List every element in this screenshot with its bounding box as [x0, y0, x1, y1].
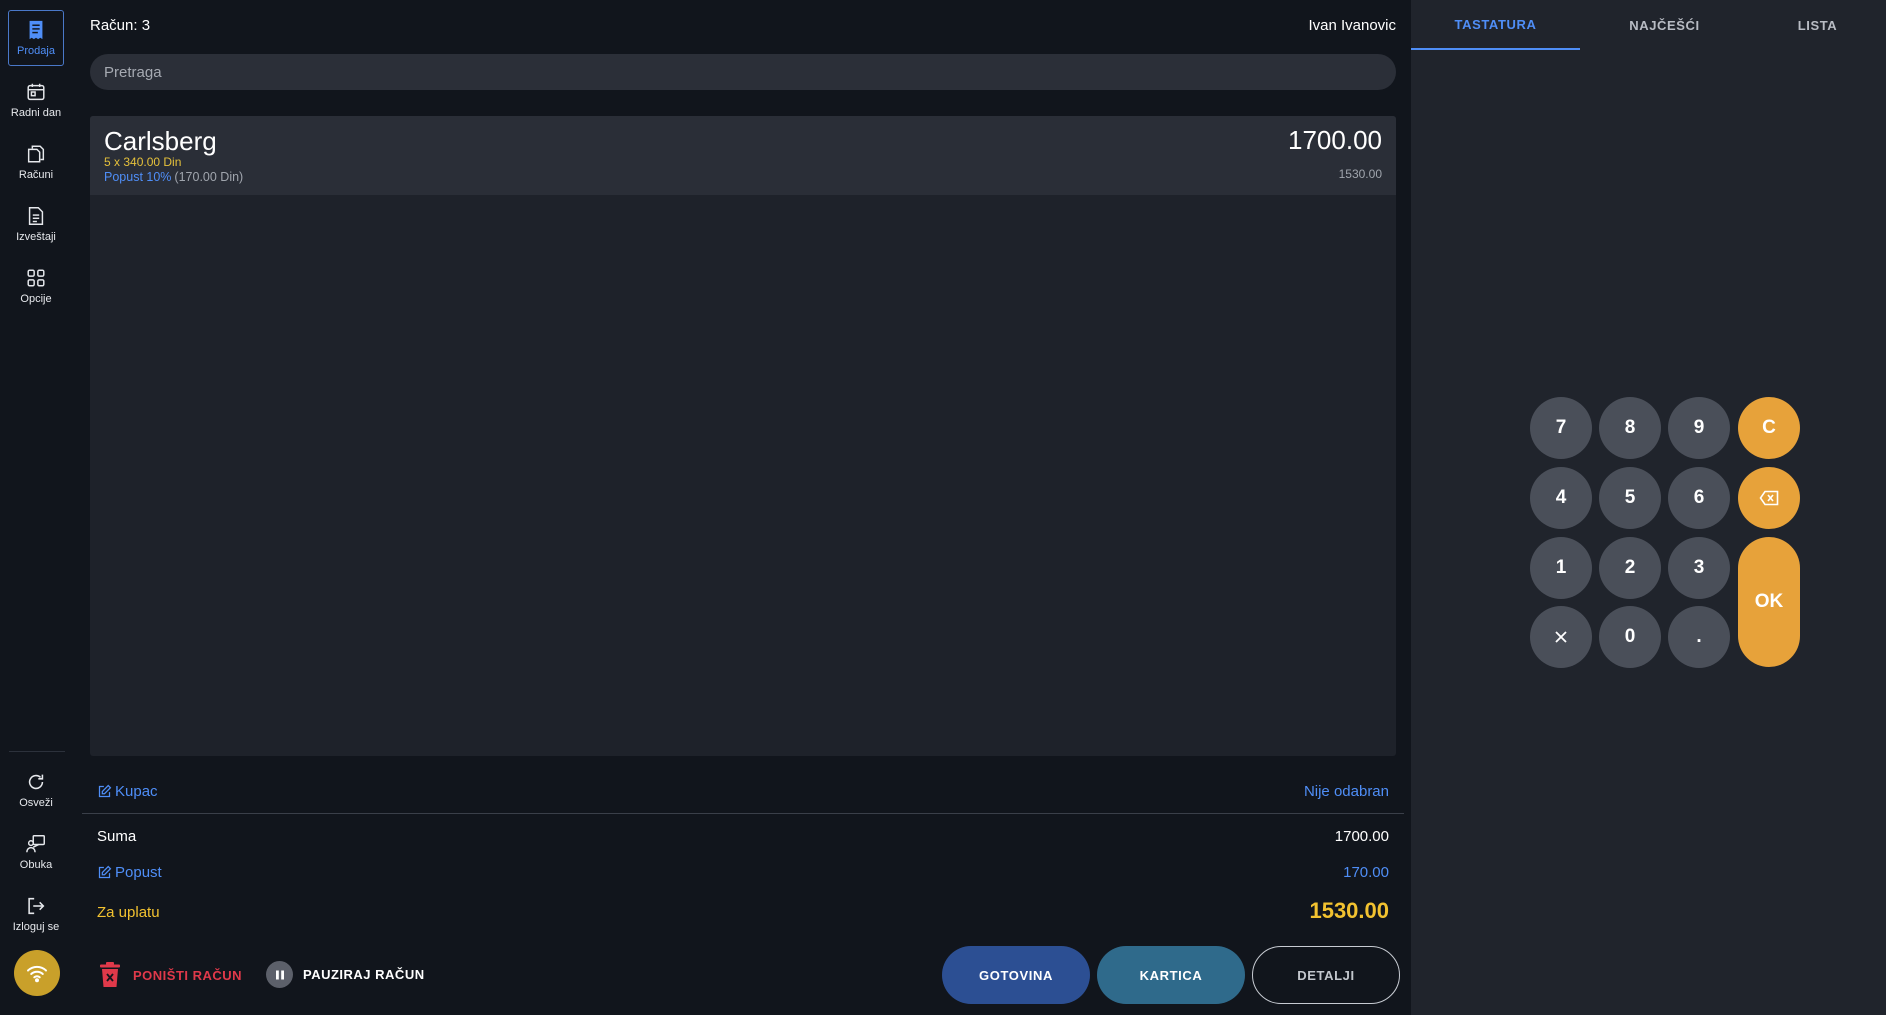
pay-cash-button[interactable]: GOTOVINA — [942, 946, 1090, 1004]
keypad-backspace[interactable] — [1738, 467, 1800, 529]
tab-najcesci[interactable]: NAJČEŠĆI — [1580, 0, 1749, 50]
sidebar-item-racuni[interactable]: Računi — [8, 134, 64, 190]
logout-icon — [28, 897, 45, 915]
item-net-total: 1530.00 — [1338, 167, 1382, 181]
sidebar: Prodaja Radni dan Računi Izveštaji Opcij… — [0, 0, 75, 1015]
keypad-panel: TASTATURA NAJČEŠĆI LISTA 7 8 9 C 4 5 6 1… — [1411, 0, 1886, 1015]
amount-due-label: Za uplatu — [97, 904, 160, 921]
edit-icon — [98, 784, 112, 798]
sidebar-item-izloguj-se[interactable]: Izloguj se — [8, 886, 64, 942]
user-name: Ivan Ivanovic — [1308, 17, 1396, 34]
discount-link[interactable]: Popust — [97, 864, 162, 881]
sidebar-item-label: Računi — [18, 169, 54, 181]
refresh-icon — [28, 774, 44, 790]
keypad-ok[interactable]: OK — [1738, 537, 1800, 667]
customer-value[interactable]: Nije odabran — [1304, 783, 1389, 800]
main-panel: Račun: 3 Ivan Ivanovic Carlsberg 5 x 340… — [75, 0, 1411, 1015]
keypad-3[interactable]: 3 — [1668, 537, 1730, 599]
keypad-8[interactable]: 8 — [1599, 397, 1661, 459]
sidebar-item-label: Izloguj se — [12, 921, 60, 933]
keypad-multiply[interactable] — [1530, 606, 1592, 668]
receipt-icon — [29, 20, 43, 40]
connection-status-button[interactable] — [14, 950, 60, 996]
cancel-receipt-button[interactable]: PONIŠTI RAČUN — [97, 961, 242, 989]
keypad-2[interactable]: 2 — [1599, 537, 1661, 599]
amount-due-value: 1530.00 — [1309, 898, 1389, 923]
sidebar-divider — [9, 751, 65, 752]
edit-icon — [98, 865, 112, 879]
sidebar-item-label: Opcije — [20, 293, 52, 305]
sidebar-item-label: Prodaja — [17, 45, 55, 57]
tab-tastatura[interactable]: TASTATURA — [1411, 0, 1580, 50]
sum-label: Suma — [97, 828, 137, 845]
documents-icon — [27, 145, 45, 163]
sum-value: 1700.00 — [1334, 828, 1389, 845]
discount-label: Popust — [115, 864, 162, 881]
keypad-9[interactable]: 9 — [1668, 397, 1730, 459]
item-discount-amount: (170.00 Din) — [174, 170, 244, 184]
sidebar-item-osvezi[interactable]: Osveži — [8, 762, 64, 818]
keypad-7[interactable]: 7 — [1530, 397, 1592, 459]
grid-icon — [27, 269, 45, 287]
tab-lista[interactable]: LISTA — [1749, 0, 1886, 50]
pos-app: Prodaja Radni dan Računi Izveštaji Opcij… — [0, 0, 1886, 1015]
sidebar-item-izvestaji[interactable]: Izveštaji — [8, 196, 64, 252]
trash-icon — [100, 962, 120, 987]
pause-receipt-button[interactable]: PAUZIRAJ RAČUN — [266, 961, 425, 988]
summary-divider — [82, 813, 1404, 814]
calendar-icon — [27, 83, 45, 101]
keypad-6[interactable]: 6 — [1668, 467, 1730, 529]
wifi-icon — [27, 965, 47, 983]
sidebar-item-label: Obuka — [19, 859, 53, 871]
sidebar-item-label: Radni dan — [10, 107, 62, 119]
details-button[interactable]: DETALJI — [1252, 946, 1400, 1004]
item-discount: Popust 10% (170.00 Din) — [104, 170, 243, 184]
keypad-clear[interactable]: C — [1738, 397, 1800, 459]
sidebar-item-label: Osveži — [19, 797, 53, 809]
sidebar-item-radni-dan[interactable]: Radni dan — [8, 72, 64, 128]
training-icon — [26, 835, 45, 853]
discount-value: 170.00 — [1343, 864, 1389, 881]
sidebar-item-prodaja[interactable]: Prodaja — [8, 10, 64, 66]
sidebar-item-label: Izveštaji — [16, 231, 56, 243]
item-name: Carlsberg — [104, 126, 217, 156]
pause-icon — [266, 961, 293, 988]
item-discount-label: Popust 10% — [104, 170, 172, 184]
customer-label: Kupac — [115, 783, 158, 800]
sidebar-item-obuka[interactable]: Obuka — [8, 824, 64, 880]
customer-link[interactable]: Kupac — [97, 783, 158, 800]
receipt-title: Račun: 3 — [90, 17, 151, 34]
report-icon — [28, 207, 44, 225]
receipt-items-list: Carlsberg 5 x 340.00 Din Popust 10% (170.… — [90, 116, 1396, 756]
cancel-receipt-label: PONIŠTI RAČUN — [133, 967, 243, 983]
pay-card-button[interactable]: KARTICA — [1097, 946, 1245, 1004]
multiply-icon — [1555, 631, 1567, 643]
receipt-item-row[interactable]: Carlsberg 5 x 340.00 Din Popust 10% (170.… — [90, 116, 1396, 195]
keypad-1[interactable]: 1 — [1530, 537, 1592, 599]
keypad-0[interactable]: 0 — [1599, 606, 1661, 668]
item-total: 1700.00 — [1288, 125, 1382, 155]
keypad-5[interactable]: 5 — [1599, 467, 1661, 529]
pause-receipt-label: PAUZIRAJ RAČUN — [303, 967, 425, 982]
backspace-icon — [1759, 490, 1779, 506]
sidebar-item-opcije[interactable]: Opcije — [8, 258, 64, 314]
keypad-4[interactable]: 4 — [1530, 467, 1592, 529]
search-input[interactable] — [90, 54, 1396, 90]
keypad-dot[interactable]: . — [1668, 606, 1730, 668]
item-quantity-price: 5 x 340.00 Din — [104, 155, 182, 169]
